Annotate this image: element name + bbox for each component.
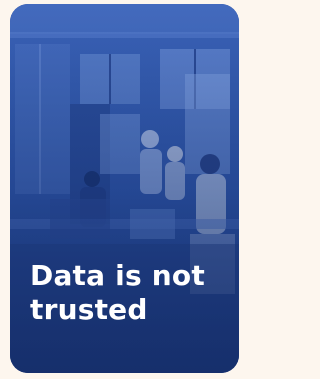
card-headline: Data is not trusted: [30, 259, 205, 326]
topic-card[interactable]: Data is not trusted: [10, 4, 239, 373]
